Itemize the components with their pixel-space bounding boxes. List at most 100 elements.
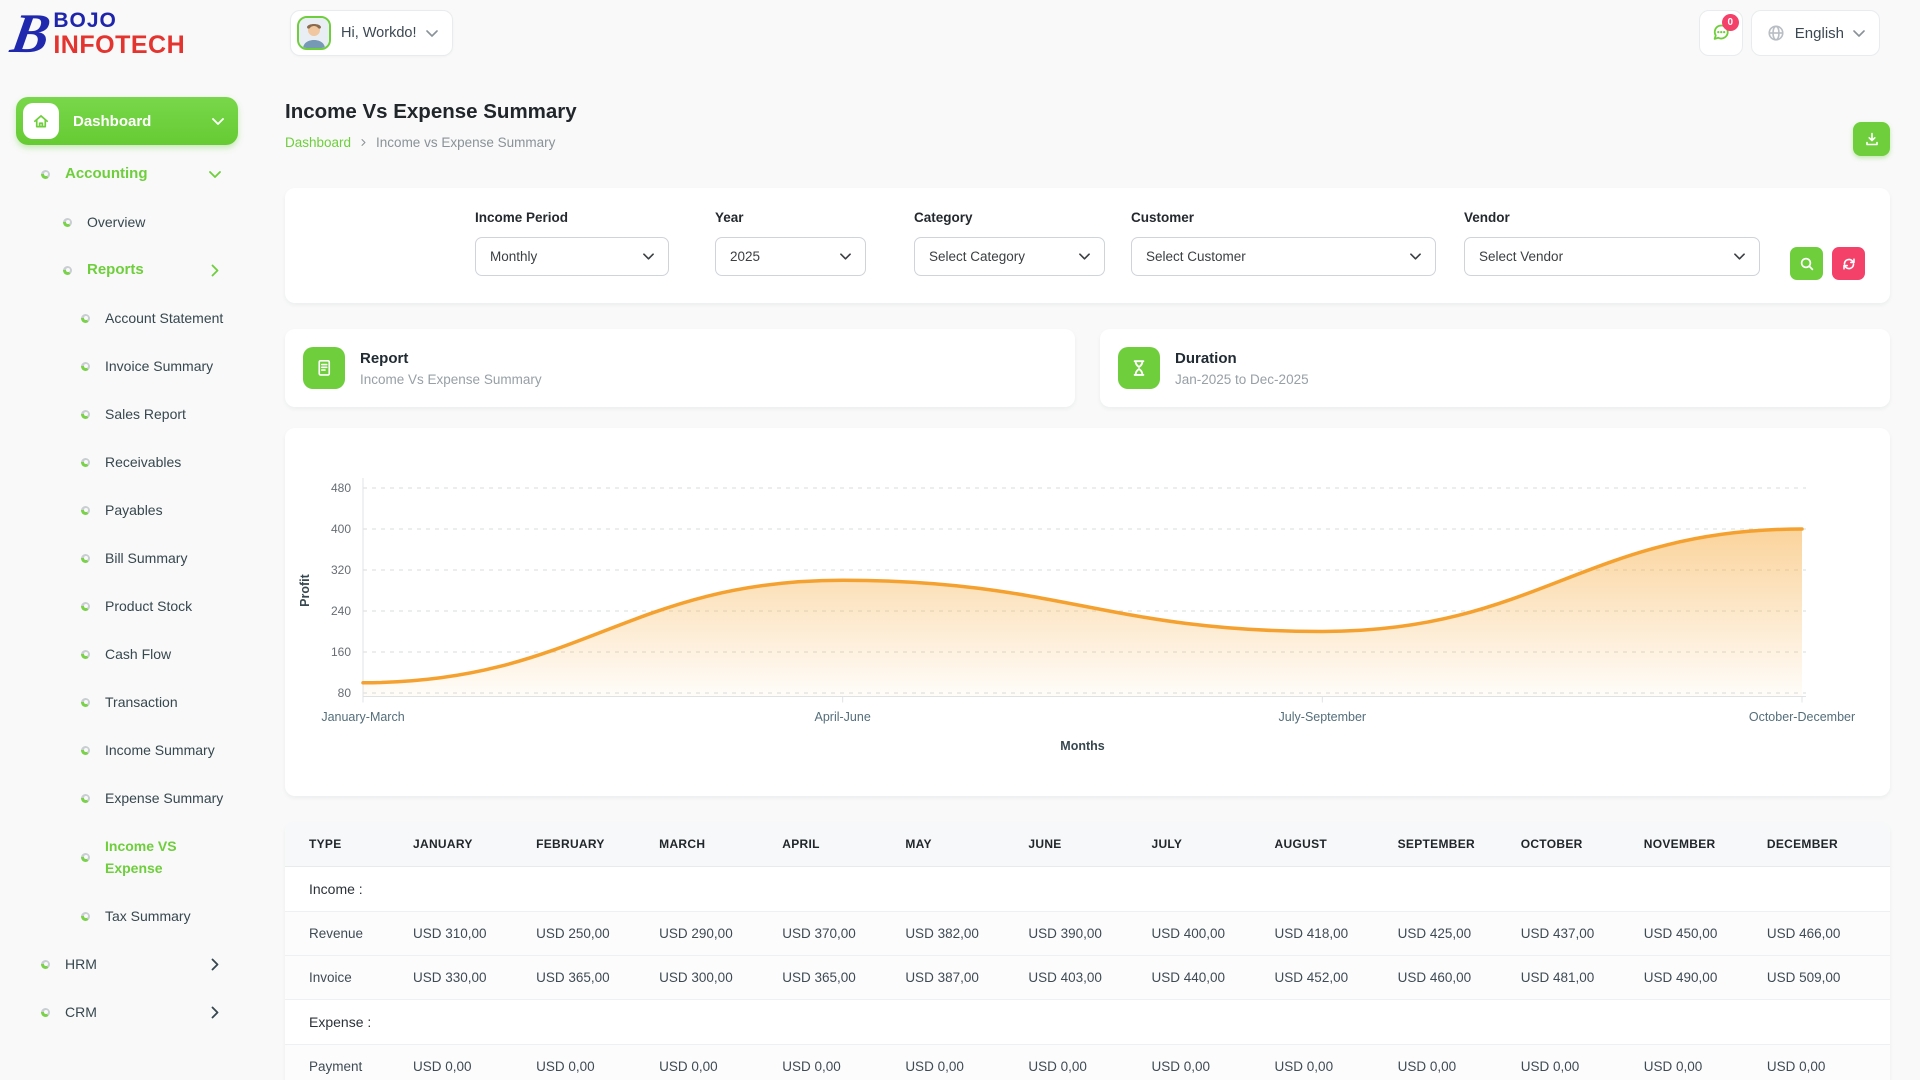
bullet-icon bbox=[81, 794, 90, 803]
language-selector[interactable]: English bbox=[1751, 10, 1880, 56]
y-tick-label: 160 bbox=[331, 645, 351, 659]
brand-mark: B bbox=[8, 9, 54, 59]
chevron-down-icon bbox=[426, 30, 438, 37]
sidebar-item-account-statement[interactable]: Account Statement bbox=[0, 294, 268, 342]
sidebar-item-cash-flow[interactable]: Cash Flow bbox=[0, 630, 268, 678]
refresh-button[interactable] bbox=[1832, 247, 1865, 280]
sidebar-item-bill-summary[interactable]: Bill Summary bbox=[0, 534, 268, 582]
section-row: Income : bbox=[285, 867, 1890, 912]
sidebar-item-label: Dashboard bbox=[73, 113, 151, 130]
report-document-icon bbox=[303, 347, 345, 389]
breadcrumb-current: Income vs Expense Summary bbox=[376, 135, 555, 150]
sidebar-item-product-stock[interactable]: Product Stock bbox=[0, 582, 268, 630]
sidebar-item-invoice-summary[interactable]: Invoice Summary bbox=[0, 342, 268, 390]
bullet-icon bbox=[81, 746, 90, 755]
report-card-title: Report bbox=[360, 350, 542, 367]
column-header: JUNE bbox=[1028, 822, 1151, 867]
y-tick-label: 400 bbox=[331, 522, 351, 536]
y-tick-label: 480 bbox=[331, 481, 351, 495]
sidebar-item-overview[interactable]: Overview bbox=[0, 198, 268, 246]
year-label: Year bbox=[715, 210, 866, 225]
duration-card-title: Duration bbox=[1175, 350, 1309, 367]
page-header: Income Vs Expense Summary Dashboard Inco… bbox=[285, 100, 1890, 150]
filter-bar: Income Period Monthly Year 2025 Category… bbox=[285, 188, 1890, 303]
chevron-down-icon bbox=[1410, 253, 1421, 260]
main-content: Hi, Workdo! 0 English Income Vs Expense … bbox=[285, 0, 1890, 1080]
chevron-down-icon bbox=[1734, 253, 1745, 260]
chevron-down-icon bbox=[1079, 253, 1090, 260]
category-label: Category bbox=[914, 210, 1105, 225]
profit-area-chart: 80160240320400480January-MarchApril-June… bbox=[285, 428, 1890, 796]
sidebar-item-accounting[interactable]: Accounting bbox=[0, 150, 268, 198]
duration-card-subtitle: Jan-2025 to Dec-2025 bbox=[1175, 372, 1309, 387]
brand-logo[interactable]: B BOJO INFOTECH bbox=[0, 0, 268, 62]
column-header: JANUARY bbox=[413, 822, 536, 867]
hourglass-icon bbox=[1118, 347, 1160, 389]
report-card: Report Income Vs Expense Summary bbox=[285, 329, 1075, 407]
y-tick-label: 240 bbox=[331, 604, 351, 618]
sidebar-item-reports[interactable]: Reports bbox=[0, 246, 268, 294]
sidebar-item-crm[interactable]: CRM bbox=[0, 988, 268, 1036]
bullet-icon bbox=[81, 698, 90, 707]
profit-chart-card: 80160240320400480January-MarchApril-June… bbox=[285, 428, 1890, 796]
customer-select[interactable]: Select Customer bbox=[1131, 237, 1436, 276]
column-header: DECEMBER bbox=[1767, 822, 1890, 867]
bullet-icon bbox=[81, 912, 90, 921]
notifications-button[interactable]: 0 bbox=[1699, 10, 1743, 56]
topbar: Hi, Workdo! 0 English bbox=[285, 0, 1890, 70]
category-select[interactable]: Select Category bbox=[914, 237, 1105, 276]
sidebar-item-income-summary[interactable]: Income Summary bbox=[0, 726, 268, 774]
home-icon bbox=[23, 103, 59, 139]
chevron-down-icon bbox=[840, 253, 851, 260]
sidebar-item-transaction[interactable]: Transaction bbox=[0, 678, 268, 726]
income-period-select[interactable]: Monthly bbox=[475, 237, 669, 276]
page-title: Income Vs Expense Summary bbox=[285, 100, 1890, 124]
brand-name-secondary: INFOTECH bbox=[53, 33, 185, 58]
column-header: FEBRUARY bbox=[536, 822, 659, 867]
sidebar-nav: Accounting Overview Reports Account Stat… bbox=[0, 145, 268, 1036]
table-header-row: TYPEJANUARYFEBRUARYMARCHAPRILMAYJUNEJULY… bbox=[285, 822, 1890, 867]
column-header: AUGUST bbox=[1275, 822, 1398, 867]
table-row: PaymentUSD 0,00USD 0,00USD 0,00USD 0,00U… bbox=[285, 1045, 1890, 1080]
reports-submenu: Account StatementInvoice SummarySales Re… bbox=[0, 294, 268, 940]
sidebar-item-dashboard[interactable]: Dashboard bbox=[16, 97, 238, 145]
bullet-icon bbox=[81, 506, 90, 515]
bullet-icon bbox=[63, 218, 72, 227]
user-menu[interactable]: Hi, Workdo! bbox=[290, 10, 453, 56]
chevron-down-icon bbox=[212, 118, 224, 125]
bullet-icon bbox=[81, 362, 90, 371]
bullet-icon bbox=[81, 410, 90, 419]
breadcrumb: Dashboard Income vs Expense Summary bbox=[285, 135, 1890, 150]
sidebar-item-payables[interactable]: Payables bbox=[0, 486, 268, 534]
x-axis-title: Months bbox=[1060, 739, 1104, 753]
sidebar-item-receivables[interactable]: Receivables bbox=[0, 438, 268, 486]
table-row: RevenueUSD 310,00USD 250,00USD 290,00USD… bbox=[285, 912, 1890, 956]
greeting-text: Hi, Workdo! bbox=[341, 25, 416, 41]
sidebar-item-sales-report[interactable]: Sales Report bbox=[0, 390, 268, 438]
bullet-icon bbox=[81, 602, 90, 611]
search-icon bbox=[1799, 256, 1815, 272]
sidebar-item-income-vs-expense[interactable]: Income VS Expense bbox=[0, 822, 268, 892]
bullet-icon bbox=[81, 458, 90, 467]
download-button[interactable] bbox=[1853, 122, 1890, 156]
column-header: OCTOBER bbox=[1521, 822, 1644, 867]
vendor-label: Vendor bbox=[1464, 210, 1760, 225]
report-card-subtitle: Income Vs Expense Summary bbox=[360, 372, 542, 387]
bullet-icon bbox=[81, 314, 90, 323]
language-label: English bbox=[1795, 25, 1844, 42]
customer-label: Customer bbox=[1131, 210, 1436, 225]
vendor-select[interactable]: Select Vendor bbox=[1464, 237, 1760, 276]
search-button[interactable] bbox=[1790, 247, 1823, 280]
year-select[interactable]: 2025 bbox=[715, 237, 866, 276]
sidebar-item-hrm[interactable]: HRM bbox=[0, 940, 268, 988]
bullet-icon bbox=[41, 170, 50, 179]
section-row: Expense : bbox=[285, 1000, 1890, 1045]
x-tick-label: July-September bbox=[1279, 710, 1367, 724]
breadcrumb-dashboard-link[interactable]: Dashboard bbox=[285, 135, 351, 150]
sidebar-item-tax-summary[interactable]: Tax Summary bbox=[0, 892, 268, 940]
sidebar-item-expense-summary[interactable]: Expense Summary bbox=[0, 774, 268, 822]
column-header: JULY bbox=[1151, 822, 1274, 867]
summary-table: TYPEJANUARYFEBRUARYMARCHAPRILMAYJUNEJULY… bbox=[285, 822, 1890, 1080]
column-header: TYPE bbox=[285, 822, 413, 867]
bullet-icon bbox=[81, 554, 90, 563]
